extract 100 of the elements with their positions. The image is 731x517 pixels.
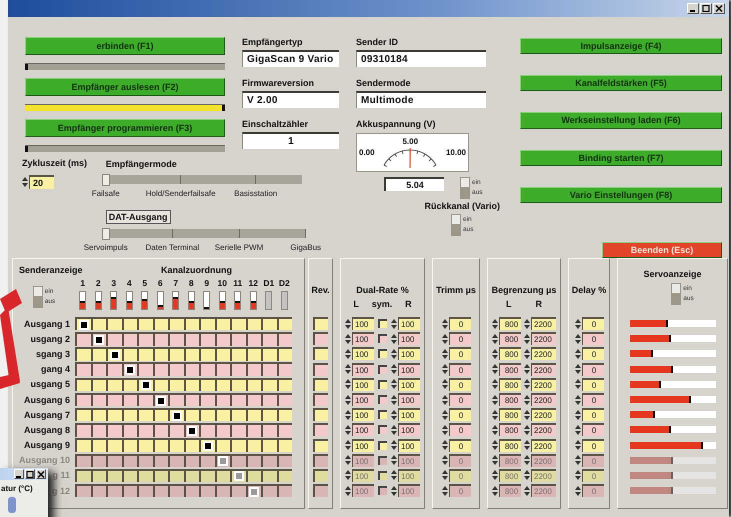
action-button[interactable]: Binding starten (F7) <box>520 150 722 166</box>
sym-checkbox[interactable] <box>378 319 387 328</box>
assignment-cell[interactable] <box>276 347 292 361</box>
assignment-cell[interactable] <box>168 423 184 437</box>
number-field[interactable]: 2200 <box>531 317 556 330</box>
assignment-cell[interactable] <box>276 332 292 346</box>
spinner-arrows-icon[interactable] <box>391 469 397 482</box>
assignment-cell[interactable] <box>261 347 276 361</box>
number-field[interactable]: 100 <box>398 347 420 360</box>
spinner-arrows-icon[interactable] <box>391 363 397 376</box>
action-button[interactable]: Vario Einstellungen (F8) <box>520 186 722 203</box>
spinner-arrows-icon[interactable] <box>574 484 580 497</box>
spinner-arrows-icon[interactable] <box>492 348 498 360</box>
number-field[interactable]: 100 <box>398 423 420 436</box>
assignment-cell[interactable] <box>214 438 230 452</box>
assignment-cell[interactable] <box>75 362 90 376</box>
assignment-cell[interactable] <box>122 316 137 330</box>
assignment-cell[interactable] <box>276 316 292 330</box>
spinner-arrows-icon[interactable] <box>442 332 448 345</box>
number-field[interactable]: 100 <box>398 438 420 452</box>
assignment-cell[interactable] <box>152 392 168 406</box>
spinner-arrows-icon[interactable] <box>492 469 498 482</box>
reverse-cell[interactable] <box>313 362 328 376</box>
spinner-arrows-icon[interactable] <box>574 454 580 466</box>
number-field[interactable]: 800 <box>499 408 521 422</box>
assignment-cell[interactable] <box>246 392 261 406</box>
spinner-arrows-icon[interactable] <box>524 394 530 406</box>
sym-checkbox[interactable] <box>378 425 387 434</box>
assignment-cell[interactable] <box>75 347 90 361</box>
assignment-cell[interactable] <box>214 408 230 422</box>
assignment-cell[interactable] <box>106 423 122 437</box>
number-field[interactable]: 800 <box>499 438 521 452</box>
assignment-cell[interactable] <box>214 423 230 437</box>
spinner-arrows-icon[interactable] <box>345 408 351 421</box>
spinner-arrows-icon[interactable] <box>574 363 580 376</box>
number-field[interactable]: 0 <box>582 317 604 330</box>
spinner-arrows-icon[interactable] <box>574 424 580 436</box>
assignment-cell[interactable] <box>184 438 199 452</box>
spinner-arrows-icon[interactable] <box>574 378 580 390</box>
assignment-cell[interactable] <box>199 316 214 330</box>
number-field[interactable]: 100 <box>352 438 374 452</box>
number-field[interactable]: 0 <box>582 347 604 360</box>
spinner-arrows-icon[interactable] <box>345 484 351 497</box>
assignment-cell[interactable] <box>246 362 261 376</box>
assignment-cell[interactable] <box>184 332 199 346</box>
spinner-arrows-icon[interactable] <box>524 348 530 360</box>
number-field[interactable]: 100 <box>352 362 374 376</box>
assignment-cell[interactable] <box>199 378 214 392</box>
assignment-cell[interactable] <box>90 316 106 330</box>
spinner-arrows-icon[interactable] <box>345 332 351 345</box>
action-button[interactable]: Empfänger auslesen (F2) <box>25 78 225 96</box>
assignment-cell[interactable] <box>230 408 246 422</box>
spinner-arrows-icon[interactable] <box>574 408 580 421</box>
assignment-cell[interactable] <box>184 392 199 406</box>
assignment-cell[interactable] <box>261 423 276 437</box>
number-field[interactable]: 800 <box>499 362 521 376</box>
reverse-cell[interactable] <box>313 438 328 452</box>
assignment-cell[interactable] <box>214 332 230 346</box>
assignment-cell[interactable] <box>152 316 168 330</box>
number-field[interactable]: 20 <box>29 175 54 189</box>
spinner-arrows-icon[interactable] <box>442 439 448 452</box>
assignment-cell[interactable] <box>106 347 122 361</box>
assignment-cell[interactable] <box>90 332 106 346</box>
number-field[interactable]: 2200 <box>531 347 556 360</box>
assignment-cell[interactable] <box>246 316 261 330</box>
spinner-arrows-icon[interactable] <box>492 484 498 497</box>
assignment-cell[interactable] <box>246 438 261 452</box>
assignment-cell[interactable] <box>137 423 152 437</box>
action-button[interactable]: Empfänger programmieren (F3) <box>25 119 225 137</box>
assignment-cell[interactable] <box>106 378 122 392</box>
text-field[interactable]: 1 <box>242 132 339 149</box>
assignment-cell[interactable] <box>122 408 137 422</box>
sym-checkbox[interactable] <box>378 364 387 374</box>
assignment-cell[interactable] <box>168 332 184 346</box>
spinner-arrows-icon[interactable] <box>574 332 580 345</box>
spinner-arrows-icon[interactable] <box>442 394 448 406</box>
assignment-cell[interactable] <box>90 378 106 392</box>
number-field[interactable]: 0 <box>582 393 604 406</box>
spinner-arrows-icon[interactable] <box>391 484 397 497</box>
number-field[interactable]: 100 <box>398 378 420 391</box>
number-field[interactable]: 2200 <box>531 362 556 376</box>
assignment-cell[interactable] <box>122 392 137 406</box>
assignment-cell[interactable] <box>199 392 214 406</box>
text-field[interactable]: Multimode <box>356 91 486 108</box>
assignment-cell[interactable] <box>230 438 246 452</box>
number-field[interactable]: 100 <box>398 317 420 330</box>
spinner-arrows-icon[interactable] <box>524 318 530 330</box>
number-field[interactable]: 0 <box>448 438 470 452</box>
reverse-cell[interactable] <box>313 317 328 330</box>
reverse-cell[interactable] <box>313 484 328 498</box>
assignment-cell[interactable] <box>137 347 152 361</box>
assignment-cell[interactable] <box>246 347 261 361</box>
reverse-cell[interactable] <box>313 378 328 391</box>
assignment-cell[interactable] <box>246 378 261 392</box>
spinner-arrows-icon[interactable] <box>442 424 448 436</box>
on-off-switch[interactable] <box>460 177 470 199</box>
slider-thumb[interactable] <box>102 174 110 186</box>
text-field[interactable]: GigaScan 9 Vario <box>242 50 339 67</box>
assignment-cell[interactable] <box>122 423 137 437</box>
assignment-cell[interactable] <box>230 347 246 361</box>
